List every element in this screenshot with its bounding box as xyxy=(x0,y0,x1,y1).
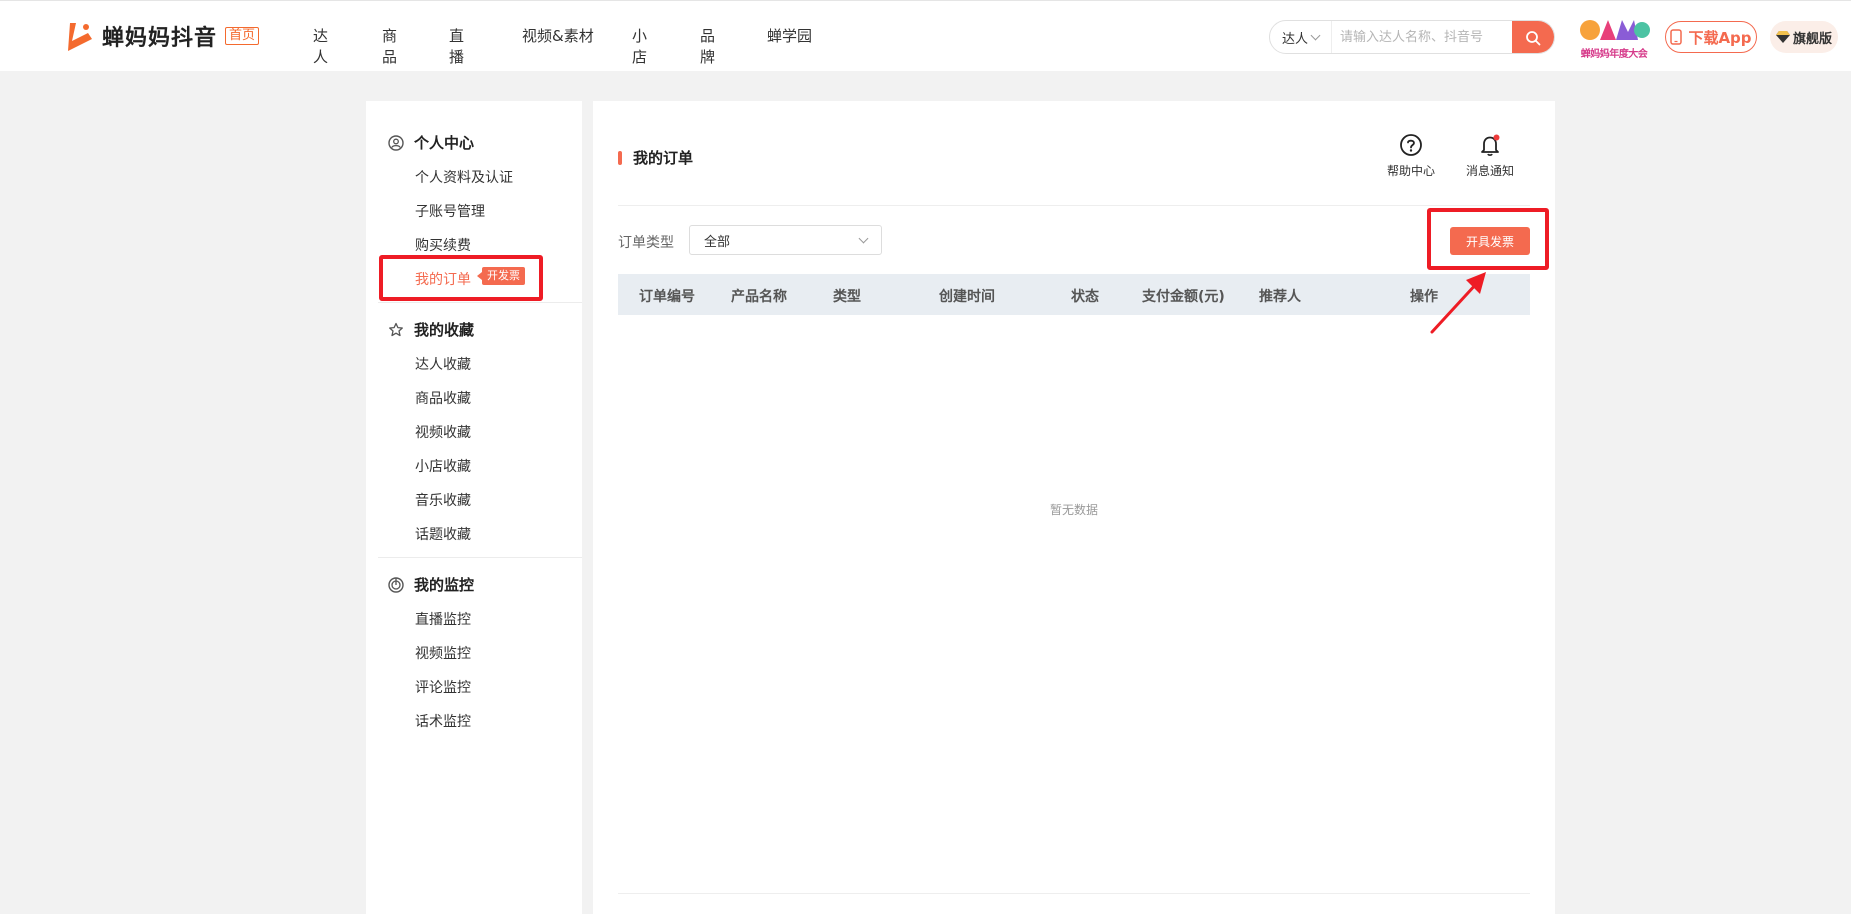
sidebar-item-fav-music[interactable]: 音乐收藏 xyxy=(415,490,471,510)
group-personal-center: 个人中心 xyxy=(388,132,474,153)
game-badge-text: 蝉妈妈年度大会 xyxy=(1580,49,1648,60)
download-label: 下载App xyxy=(1688,28,1752,47)
column-header: 状态 xyxy=(1071,289,1099,305)
order-type-value: 全部 xyxy=(704,234,731,250)
title-accent-bar xyxy=(618,150,622,165)
diamond-icon xyxy=(1775,31,1790,43)
sidebar-item-subaccount[interactable]: 子账号管理 xyxy=(415,201,485,221)
search-icon xyxy=(1526,31,1541,46)
sidebar-item-monitor-live[interactable]: 直播监控 xyxy=(415,609,471,629)
group-my-favorites: 我的收藏 xyxy=(388,319,474,340)
phone-icon xyxy=(1670,29,1683,45)
search-type-select[interactable]: 达人 xyxy=(1270,21,1332,53)
search-bar: 达人 xyxy=(1269,20,1555,54)
nav-item-academy[interactable]: 蝉学园 xyxy=(767,25,827,46)
annual-conference-badge[interactable]: 蝉妈妈年度大会 xyxy=(1578,16,1650,60)
empty-state: 暂无数据 xyxy=(1049,503,1098,517)
column-header: 类型 xyxy=(833,289,861,305)
divider xyxy=(618,205,1530,206)
group-title: 我的监控 xyxy=(414,576,475,594)
highlight-box-invoice xyxy=(1427,208,1549,270)
main-panel: 我的订单 帮助中心 消息通知 订单类型 全部 开具发票 订单编号 产品名称 类型… xyxy=(593,101,1555,914)
nav-item-daren[interactable]: 达人 xyxy=(313,25,328,67)
order-type-select[interactable]: 全部 xyxy=(689,225,882,255)
flagship-label: 旗舰版 xyxy=(1792,31,1832,47)
download-app-button[interactable]: 下载App xyxy=(1665,21,1757,53)
sidebar-item-monitor-comment[interactable]: 评论监控 xyxy=(415,677,471,697)
page-title: 我的订单 xyxy=(618,147,693,168)
bell-icon xyxy=(1481,134,1500,156)
radar-icon xyxy=(388,576,404,593)
group-title: 个人中心 xyxy=(414,134,475,152)
column-header: 创建时间 xyxy=(939,289,995,305)
sidebar-item-fav-shop[interactable]: 小店收藏 xyxy=(415,456,471,476)
help-center-link[interactable]: 帮助中心 xyxy=(1387,133,1435,179)
orders-table-header: 订单编号 产品名称 类型 创建时间 状态 支付金额(元) 推荐人 操作 xyxy=(618,274,1530,315)
highlight-box-orders xyxy=(379,255,543,301)
question-circle-icon xyxy=(1400,134,1422,156)
search-button[interactable] xyxy=(1512,21,1554,53)
page-title-text: 我的订单 xyxy=(633,149,694,167)
sidebar-item-purchase[interactable]: 购买续费 xyxy=(415,235,471,255)
logo-icon xyxy=(68,23,92,51)
column-header: 支付金额(元) xyxy=(1142,289,1225,305)
home-tag[interactable]: 首页 xyxy=(225,27,260,45)
star-icon xyxy=(389,322,403,336)
annotation-arrow xyxy=(1430,272,1486,334)
nav-item-goods[interactable]: 商品 xyxy=(382,25,397,67)
flagship-badge[interactable]: 旗舰版 xyxy=(1770,21,1838,53)
chevron-down-icon xyxy=(858,233,869,244)
column-header: 产品名称 xyxy=(731,289,787,305)
sidebar-item-fav-daren[interactable]: 达人收藏 xyxy=(415,354,471,374)
sidebar-item-fav-video[interactable]: 视频收藏 xyxy=(415,422,471,442)
sidebar-item-monitor-video[interactable]: 视频监控 xyxy=(415,643,471,663)
divider xyxy=(618,893,1530,894)
user-circle-icon xyxy=(388,134,404,151)
chevron-down-icon xyxy=(1310,30,1321,40)
order-type-label: 订单类型 xyxy=(618,235,674,251)
nav-item-live[interactable]: 直播 xyxy=(449,25,464,67)
group-my-monitor: 我的监控 xyxy=(388,574,474,595)
logo-text: 蝉妈妈抖音 xyxy=(102,26,218,51)
top-header: 蝉妈妈抖音 首页 达人 商品 直播 视频&素材 小店 品牌 蝉学园 达人 请输入… xyxy=(0,0,1851,71)
nav-item-video[interactable]: 视频&素材 xyxy=(522,25,632,46)
logo[interactable]: 蝉妈妈抖音 首页 xyxy=(62,19,260,53)
notifications-link[interactable]: 消息通知 xyxy=(1466,133,1514,179)
sidebar-item-profile[interactable]: 个人资料及认证 xyxy=(415,167,513,187)
sidebar-item-fav-goods[interactable]: 商品收藏 xyxy=(415,388,471,408)
sidebar-item-fav-topic[interactable]: 话题收藏 xyxy=(415,524,471,544)
sidebar: 个人中心 个人资料及认证 子账号管理 购买续费 我的订单 开发票 我的收藏 达人… xyxy=(366,101,582,914)
nav-item-shop[interactable]: 小店 xyxy=(632,25,647,67)
column-header: 订单编号 xyxy=(639,289,695,305)
sidebar-item-monitor-script[interactable]: 话术监控 xyxy=(415,711,471,731)
column-header: 推荐人 xyxy=(1259,289,1301,305)
search-type-label: 达人 xyxy=(1282,31,1309,47)
divider xyxy=(378,557,582,558)
search-input[interactable] xyxy=(1332,21,1514,53)
help-center-label: 帮助中心 xyxy=(1387,164,1436,178)
nav-item-brand[interactable]: 品牌 xyxy=(700,25,715,67)
group-title: 我的收藏 xyxy=(414,321,475,339)
divider xyxy=(378,302,582,303)
notifications-label: 消息通知 xyxy=(1466,164,1515,178)
